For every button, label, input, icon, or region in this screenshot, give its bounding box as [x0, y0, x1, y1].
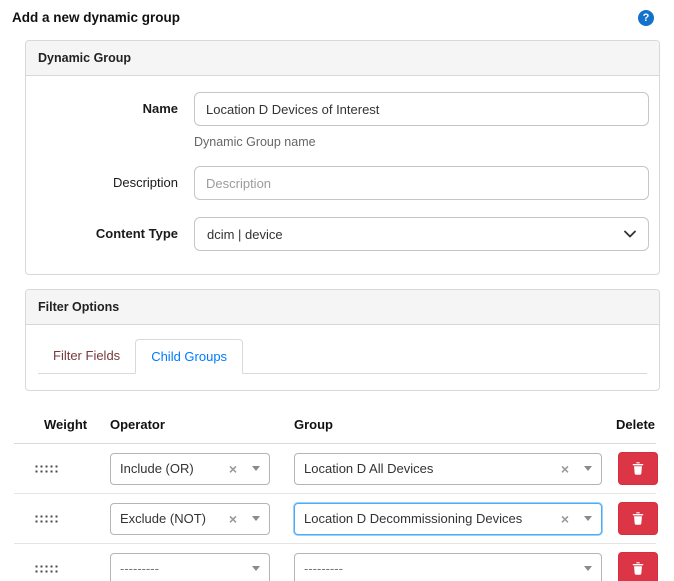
group-value: ---------	[304, 561, 343, 576]
operator-value: Include (OR)	[120, 461, 194, 476]
col-header-weight: Weight	[44, 417, 88, 432]
operator-cell: Exclude (NOT) ×	[110, 502, 294, 535]
caret-down-icon	[584, 566, 592, 571]
delete-cell	[610, 452, 658, 485]
operator-cell: ---------	[110, 552, 294, 581]
dynamic-group-panel-body: Name Dynamic Group name Description Cont…	[26, 76, 659, 274]
chevron-down-icon	[624, 230, 636, 238]
delete-button[interactable]	[618, 502, 658, 535]
caret-down-icon	[584, 516, 592, 521]
name-control-col: Dynamic Group name	[194, 92, 649, 149]
caret-down-icon	[252, 466, 260, 471]
name-input[interactable]	[194, 92, 649, 126]
description-control-col	[194, 166, 649, 200]
operator-select[interactable]: ---------	[110, 552, 270, 581]
trash-icon	[632, 462, 644, 475]
caret-down-icon	[252, 566, 260, 571]
delete-cell	[610, 552, 658, 581]
col-header-group: Group	[294, 417, 333, 432]
weight-cell	[30, 560, 110, 578]
page: Add a new dynamic group ? Dynamic Group …	[0, 0, 674, 581]
operator-select[interactable]: Exclude (NOT) ×	[110, 502, 270, 535]
operator-value: Exclude (NOT)	[120, 511, 206, 526]
group-cell: Location D All Devices ×	[294, 452, 610, 485]
table-row: --------- ---------	[14, 544, 658, 581]
dynamic-group-panel: Dynamic Group Name Dynamic Group name De…	[25, 40, 660, 275]
filter-options-panel-title: Filter Options	[26, 290, 659, 325]
name-help-text: Dynamic Group name	[194, 135, 316, 149]
delete-button[interactable]	[618, 552, 658, 581]
child-groups-table: Weight Operator Group Delete Include (OR…	[14, 413, 658, 581]
table-row: Exclude (NOT) × Location D Decommissioni…	[14, 494, 658, 544]
filter-options-panel: Filter Options Filter Fields Child Group…	[25, 289, 660, 391]
operator-cell: Include (OR) ×	[110, 452, 294, 485]
weight-cell	[30, 460, 110, 478]
clear-icon[interactable]: ×	[229, 462, 237, 476]
col-header-delete: Delete	[616, 417, 656, 432]
content-type-control-col: dcim | device	[194, 217, 649, 251]
clear-icon[interactable]: ×	[229, 512, 237, 526]
trash-icon	[632, 562, 644, 575]
dynamic-group-panel-title: Dynamic Group	[26, 41, 659, 76]
content-type-select[interactable]: dcim | device	[194, 217, 649, 251]
form-group-name: Name Dynamic Group name	[26, 92, 649, 149]
help-icon[interactable]: ?	[638, 10, 654, 26]
clear-icon[interactable]: ×	[561, 462, 569, 476]
delete-cell	[610, 502, 658, 535]
tab-filter-fields[interactable]: Filter Fields	[38, 339, 135, 374]
group-cell: ---------	[294, 552, 610, 581]
table-row: Include (OR) × Location D All Devices ×	[14, 444, 658, 494]
content-type-value: dcim | device	[207, 226, 283, 242]
group-value: Location D Decommissioning Devices	[304, 511, 523, 526]
description-input[interactable]	[194, 166, 649, 200]
drag-handle[interactable]	[34, 513, 59, 523]
group-select[interactable]: Location D Decommissioning Devices ×	[294, 502, 602, 535]
drag-handle[interactable]	[34, 563, 59, 573]
group-value: Location D All Devices	[304, 461, 434, 476]
col-header-operator: Operator	[110, 417, 165, 432]
clear-icon[interactable]: ×	[561, 512, 569, 526]
form-group-description: Description	[26, 166, 649, 200]
filter-tabs: Filter Fields Child Groups	[38, 335, 647, 374]
drag-handle[interactable]	[34, 463, 59, 473]
group-cell: Location D Decommissioning Devices ×	[294, 502, 610, 535]
content-type-label: Content Type	[95, 226, 178, 241]
group-select[interactable]: ---------	[294, 552, 602, 581]
delete-button[interactable]	[618, 452, 658, 485]
operator-value: ---------	[120, 561, 159, 576]
group-select[interactable]: Location D All Devices ×	[294, 452, 602, 485]
caret-down-icon	[252, 516, 260, 521]
operator-select[interactable]: Include (OR) ×	[110, 452, 270, 485]
caret-down-icon	[584, 466, 592, 471]
weight-cell	[30, 510, 110, 528]
filter-options-panel-body: Filter Fields Child Groups	[26, 325, 659, 390]
name-label: Name	[142, 101, 178, 116]
trash-icon	[632, 512, 644, 525]
tab-child-groups[interactable]: Child Groups	[135, 339, 244, 374]
page-title: Add a new dynamic group	[12, 10, 181, 25]
table-header-row: Weight Operator Group Delete	[14, 413, 656, 444]
form-group-content-type: Content Type dcim | device	[26, 217, 649, 251]
page-header: Add a new dynamic group ?	[10, 8, 660, 26]
description-label: Description	[112, 175, 178, 190]
